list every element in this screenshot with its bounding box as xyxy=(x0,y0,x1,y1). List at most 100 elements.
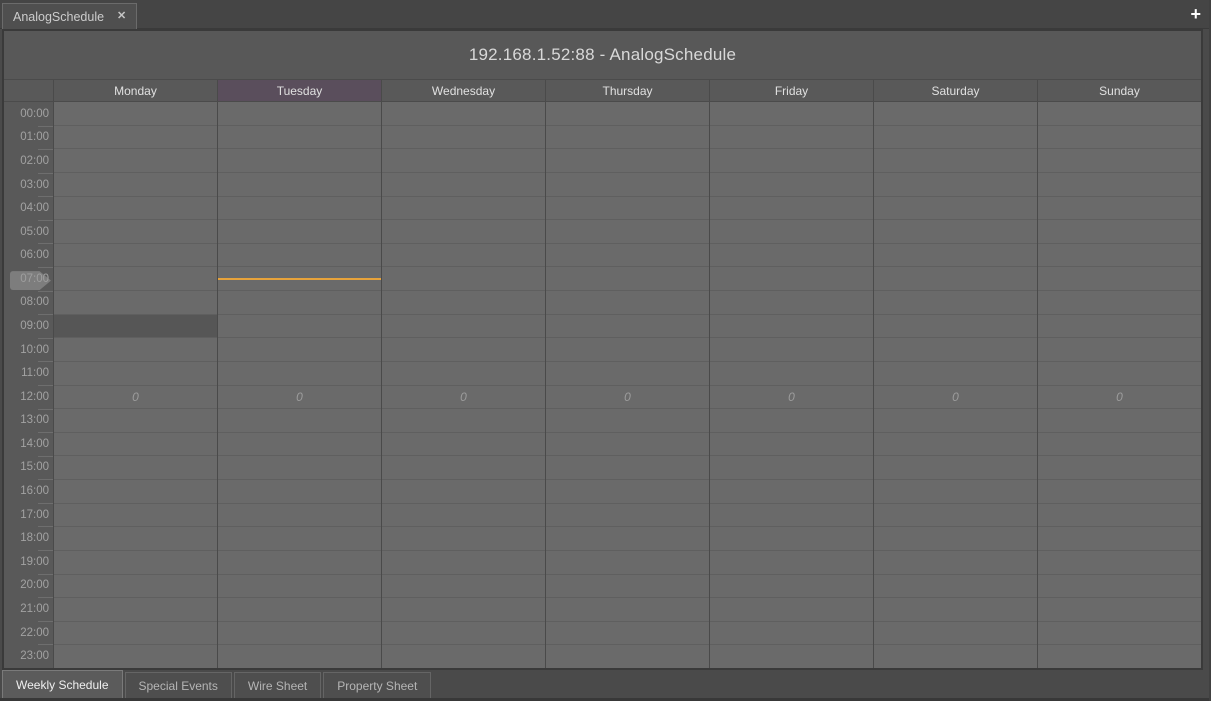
time-slot-cell[interactable] xyxy=(54,645,217,668)
time-slot-cell[interactable] xyxy=(710,102,873,126)
time-slot-cell[interactable] xyxy=(546,267,709,291)
time-slot-cell[interactable] xyxy=(382,480,545,504)
time-slot-cell[interactable] xyxy=(546,622,709,646)
time-slot-cell[interactable] xyxy=(546,645,709,668)
time-slot-cell[interactable] xyxy=(546,149,709,173)
time-slot-cell[interactable] xyxy=(546,102,709,126)
time-slot-cell[interactable] xyxy=(546,362,709,386)
day-header-monday[interactable]: Monday xyxy=(53,80,217,101)
time-slot-cell[interactable] xyxy=(874,551,1037,575)
time-slot-cell[interactable] xyxy=(1038,575,1201,599)
time-slot-cell[interactable] xyxy=(546,480,709,504)
time-slot-cell[interactable] xyxy=(54,551,217,575)
time-slot-cell[interactable] xyxy=(1038,409,1201,433)
time-slot-cell[interactable] xyxy=(1038,244,1201,268)
time-slot-cell[interactable] xyxy=(546,551,709,575)
time-slot-cell[interactable] xyxy=(874,291,1037,315)
time-slot-cell[interactable] xyxy=(546,433,709,457)
view-tab-wire-sheet[interactable]: Wire Sheet xyxy=(234,672,321,698)
time-slot-cell[interactable] xyxy=(874,126,1037,150)
time-slot-cell[interactable] xyxy=(218,244,381,268)
time-slot-cell[interactable] xyxy=(218,598,381,622)
time-slot-cell[interactable] xyxy=(1038,362,1201,386)
view-tab-weekly-schedule[interactable]: Weekly Schedule xyxy=(2,670,123,698)
time-slot-cell[interactable] xyxy=(1038,220,1201,244)
time-slot-cell[interactable] xyxy=(1038,291,1201,315)
time-slot-cell[interactable] xyxy=(1038,149,1201,173)
time-slot-cell[interactable] xyxy=(874,456,1037,480)
time-slot-cell[interactable] xyxy=(218,456,381,480)
time-slot-cell[interactable] xyxy=(546,527,709,551)
time-slot-cell[interactable] xyxy=(218,173,381,197)
time-slot-cell[interactable] xyxy=(874,645,1037,668)
time-slot-cell[interactable]: 0 xyxy=(218,386,381,410)
time-slot-cell[interactable] xyxy=(874,504,1037,528)
time-slot-cell[interactable] xyxy=(710,622,873,646)
time-slot-cell[interactable] xyxy=(218,480,381,504)
time-slot-cell[interactable] xyxy=(382,409,545,433)
time-slot-cell[interactable] xyxy=(710,551,873,575)
time-slot-cell[interactable]: 0 xyxy=(382,386,545,410)
time-slot-cell[interactable] xyxy=(1038,102,1201,126)
time-slot-cell[interactable] xyxy=(546,456,709,480)
time-slot-cell[interactable] xyxy=(874,575,1037,599)
time-slot-cell[interactable] xyxy=(710,315,873,339)
time-slot-cell[interactable] xyxy=(54,220,217,244)
time-slot-cell[interactable] xyxy=(382,575,545,599)
document-tab-analogschedule[interactable]: AnalogSchedule ✕ xyxy=(2,3,137,29)
time-slot-cell[interactable] xyxy=(218,220,381,244)
time-slot-cell[interactable] xyxy=(218,504,381,528)
day-header-thursday[interactable]: Thursday xyxy=(545,80,709,101)
time-slot-cell[interactable] xyxy=(218,126,381,150)
time-slot-cell[interactable] xyxy=(54,197,217,221)
day-header-friday[interactable]: Friday xyxy=(709,80,873,101)
time-slot-cell[interactable] xyxy=(1038,433,1201,457)
time-slot-cell[interactable] xyxy=(710,291,873,315)
time-slot-cell[interactable] xyxy=(710,220,873,244)
time-slot-cell[interactable] xyxy=(54,527,217,551)
time-slot-cell[interactable] xyxy=(874,338,1037,362)
time-slot-cell[interactable] xyxy=(546,291,709,315)
time-slot-cell[interactable] xyxy=(382,338,545,362)
time-slot-cell[interactable] xyxy=(874,409,1037,433)
time-slot-cell[interactable] xyxy=(382,126,545,150)
time-slot-cell[interactable] xyxy=(54,598,217,622)
time-slot-cell[interactable] xyxy=(546,598,709,622)
time-slot-cell[interactable] xyxy=(1038,504,1201,528)
time-slot-cell[interactable] xyxy=(54,362,217,386)
time-slot-cell[interactable] xyxy=(382,433,545,457)
time-slot-cell[interactable]: 0 xyxy=(1038,386,1201,410)
time-slot-cell[interactable] xyxy=(546,126,709,150)
time-slot-cell[interactable] xyxy=(874,527,1037,551)
time-slot-cell[interactable] xyxy=(546,244,709,268)
new-tab-icon[interactable]: + xyxy=(1190,3,1201,25)
time-slot-cell[interactable] xyxy=(54,575,217,599)
time-slot-cell[interactable] xyxy=(218,315,381,339)
time-slot-cell[interactable] xyxy=(546,197,709,221)
time-slot-cell[interactable] xyxy=(54,433,217,457)
time-slot-cell[interactable] xyxy=(218,338,381,362)
time-slot-cell[interactable] xyxy=(54,480,217,504)
time-slot-cell[interactable] xyxy=(382,315,545,339)
time-slot-cell[interactable] xyxy=(1038,480,1201,504)
time-slot-cell[interactable]: 0 xyxy=(874,386,1037,410)
time-slot-cell[interactable] xyxy=(54,102,217,126)
time-slot-cell[interactable] xyxy=(710,267,873,291)
time-slot-cell[interactable]: 0 xyxy=(546,386,709,410)
time-slot-cell[interactable]: 0 xyxy=(710,386,873,410)
time-slot-cell[interactable] xyxy=(1038,315,1201,339)
time-slot-cell[interactable] xyxy=(382,220,545,244)
time-slot-cell[interactable] xyxy=(710,433,873,457)
time-slot-cell[interactable] xyxy=(218,622,381,646)
time-slot-cell[interactable] xyxy=(382,551,545,575)
time-slot-cell[interactable] xyxy=(710,149,873,173)
time-slot-cell[interactable] xyxy=(710,244,873,268)
time-slot-cell[interactable] xyxy=(218,527,381,551)
time-slot-cell[interactable] xyxy=(874,480,1037,504)
time-slot-cell[interactable] xyxy=(546,315,709,339)
time-slot-cell[interactable] xyxy=(218,102,381,126)
time-slot-cell[interactable] xyxy=(546,409,709,433)
time-slot-cell[interactable] xyxy=(710,598,873,622)
time-slot-cell[interactable] xyxy=(218,197,381,221)
time-slot-cell[interactable] xyxy=(710,456,873,480)
